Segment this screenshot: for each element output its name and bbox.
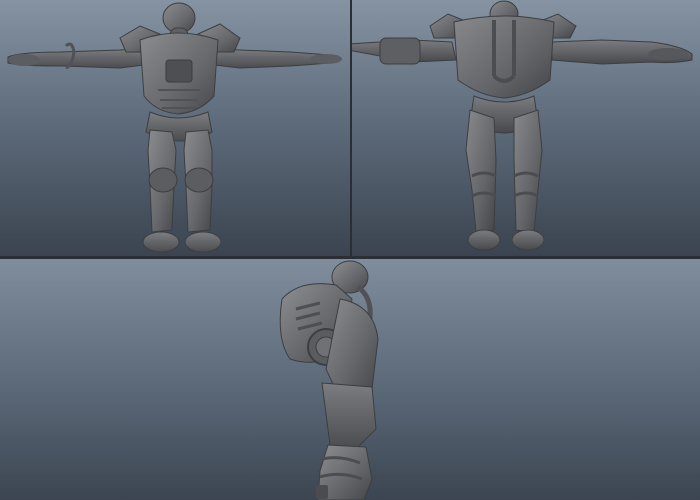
robot-model-side — [279, 260, 379, 500]
robot-model-back — [352, 0, 693, 251]
viewport-front[interactable] — [0, 0, 350, 256]
robot-model-front — [7, 2, 342, 253]
viewport-side[interactable] — [0, 259, 700, 500]
viewport-layout — [0, 0, 700, 500]
viewport-back[interactable] — [352, 0, 700, 256]
